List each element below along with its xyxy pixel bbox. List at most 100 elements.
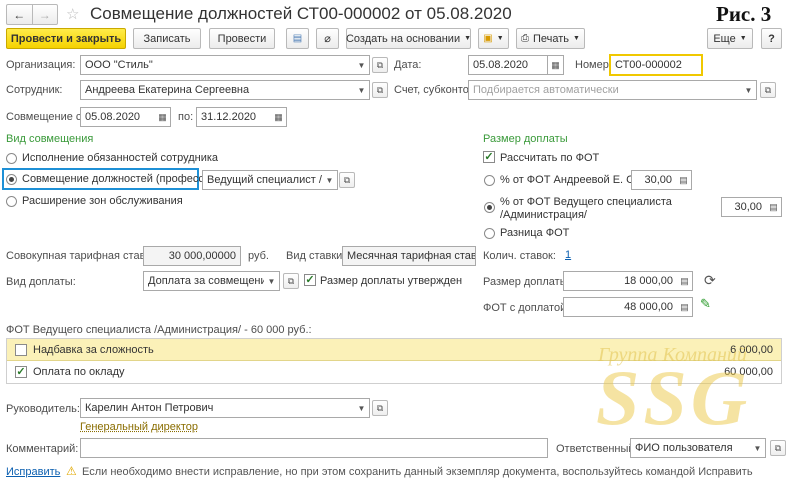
organization-dropdown[interactable]: ▼ — [354, 55, 370, 75]
journal-button[interactable]: ▤ — [286, 28, 309, 49]
save-button[interactable]: Записать — [133, 28, 201, 49]
kind-open-button[interactable]: ⧉ — [283, 273, 299, 289]
fot-with-label: ФОТ с доплатой: — [483, 302, 570, 314]
manager-open-button[interactable]: ⧉ — [372, 400, 388, 416]
radio-positions-label[interactable]: Совмещение должностей (профессий) — [22, 173, 220, 185]
chevron-down-icon: ▼ — [357, 60, 366, 70]
organization-open-button[interactable]: ⧉ — [372, 57, 388, 73]
number-field[interactable]: СТ00-000002 — [609, 54, 703, 76]
date-calendar-button[interactable]: ▦ — [548, 55, 564, 75]
percent-position-field[interactable]: 30,00 — [721, 197, 767, 217]
position-field[interactable]: Ведущий специалист /Ад — [202, 170, 324, 190]
calc-by-fot-checkbox[interactable]: ✓ — [483, 151, 495, 163]
responsible-open-button[interactable]: ⧉ — [770, 440, 786, 456]
employee-dropdown[interactable]: ▼ — [354, 80, 370, 100]
amount-field[interactable]: 18 000,00 — [563, 271, 678, 291]
calendar-icon: ▦ — [551, 59, 560, 70]
manager-field[interactable]: Карелин Антон Петрович — [80, 398, 368, 418]
period-to-calendar[interactable]: ▦ — [271, 107, 287, 127]
percent-employee-field[interactable]: 30,00 — [631, 170, 677, 190]
post-and-close-button[interactable]: Провести и закрыть — [6, 28, 126, 49]
account-open-button[interactable]: ⧉ — [760, 82, 776, 98]
radio-zones-label[interactable]: Расширение зон обслуживания — [22, 195, 183, 207]
radio-fot-difference[interactable] — [484, 228, 495, 239]
percent-employee-calc[interactable]: ▤ — [676, 170, 692, 190]
create-based-label: Создать на основании — [345, 32, 461, 45]
chevron-down-icon: ▼ — [357, 85, 366, 95]
employee-open-button[interactable]: ⧉ — [372, 82, 388, 98]
position-dropdown[interactable]: ▼ — [322, 170, 338, 190]
warning-text: Если необходимо внести исправление, но п… — [82, 466, 753, 478]
fix-link[interactable]: Исправить — [6, 466, 60, 478]
position-open-button[interactable]: ⧉ — [339, 172, 355, 188]
open-icon: ⧉ — [343, 174, 351, 185]
percent-position-calc[interactable]: ▤ — [766, 197, 782, 217]
surcharge-section-title: Размер доплаты — [483, 133, 568, 145]
chevron-down-icon: ▼ — [357, 403, 366, 413]
chevron-down-icon: ▼ — [739, 35, 747, 42]
favorite-star-icon[interactable]: ☆ — [66, 5, 79, 23]
fot-with-calc[interactable]: ▤ — [677, 297, 693, 317]
open-icon: ⧉ — [764, 84, 772, 95]
radio-duties[interactable] — [6, 153, 17, 164]
print-label: Печать — [533, 32, 570, 45]
radio-zones[interactable] — [6, 196, 17, 207]
calculator-icon: ▤ — [680, 301, 689, 312]
organization-label: Организация: — [6, 59, 76, 71]
more-button[interactable]: Еще ▼ — [707, 28, 753, 49]
radio-duties-label[interactable]: Исполнение обязанностей сотрудника — [22, 152, 218, 164]
manager-dropdown[interactable]: ▼ — [354, 398, 370, 418]
currency-label: руб. — [248, 250, 269, 262]
radio-percent-position[interactable] — [484, 202, 495, 213]
approved-checkbox[interactable]: ✓ — [304, 274, 316, 286]
open-icon: ⧉ — [376, 59, 384, 70]
responsible-dropdown[interactable]: ▼ — [750, 438, 766, 458]
tariff-total-field: 30 000,00000 — [143, 246, 241, 266]
fot-with-field[interactable]: 48 000,00 — [563, 297, 678, 317]
account-dropdown[interactable]: ▼ — [741, 80, 757, 100]
kind-label: Вид доплаты: — [6, 276, 76, 288]
comment-field[interactable] — [80, 438, 548, 458]
chevron-down-icon: ▼ — [573, 35, 580, 42]
organization-field[interactable]: ООО "Стиль" — [80, 55, 368, 75]
refresh-icon[interactable]: ⟳ — [704, 272, 716, 289]
tariff-total-label: Совокупная тарифная ставка: — [6, 250, 160, 262]
employee-field[interactable]: Андреева Екатерина Сергеевна — [80, 80, 368, 100]
forward-arrow-icon[interactable]: → — [33, 5, 58, 24]
date-field[interactable]: 05.08.2020 — [468, 55, 548, 75]
kind-dropdown[interactable]: ▼ — [264, 271, 280, 291]
create-based-button[interactable]: Создать на основании ▼ — [346, 28, 471, 49]
structure-button[interactable]: ▣ ▼ — [478, 28, 509, 49]
manager-position: Генеральный директор — [80, 421, 198, 433]
responsible-field[interactable]: ФИО пользователя — [630, 438, 765, 458]
responsible-label: Ответственный: — [556, 443, 638, 455]
percent-employee-label: % от ФОТ Андреевой Е. С. — [500, 174, 638, 186]
radio-positions[interactable] — [6, 174, 17, 185]
open-icon: ⧉ — [774, 442, 782, 453]
rates-count-label: Колич. ставок: — [483, 250, 556, 262]
warning-icon: ⚠ — [66, 464, 77, 478]
rates-count-link[interactable]: 1 — [565, 249, 571, 261]
post-button[interactable]: Провести — [209, 28, 275, 49]
percent-position-label-1: % от ФОТ Ведущего специалиста — [500, 196, 672, 208]
print-button[interactable]: ⎙ Печать ▼ — [516, 28, 585, 49]
row-checkbox[interactable]: ✓ — [15, 366, 27, 378]
pencil-icon[interactable]: ✎ — [700, 296, 711, 312]
calc-by-fot-label: Рассчитать по ФОТ — [500, 152, 600, 164]
row-checkbox[interactable] — [15, 344, 27, 356]
period-from-field[interactable]: 05.08.2020 — [80, 107, 156, 127]
row-name: Надбавка за сложность — [33, 344, 154, 356]
attach-button[interactable]: ⌀ — [316, 28, 339, 49]
radio-percent-employee[interactable] — [484, 175, 495, 186]
calendar-icon: ▦ — [274, 111, 283, 122]
back-arrow-icon[interactable]: ← — [7, 5, 33, 24]
period-to-field[interactable]: 31.12.2020 — [196, 107, 272, 127]
open-icon: ⧉ — [287, 275, 295, 286]
manager-label: Руководитель: — [6, 403, 80, 415]
kind-field[interactable]: Доплата за совмещение д — [143, 271, 265, 291]
period-from-calendar[interactable]: ▦ — [155, 107, 171, 127]
chevron-down-icon: ▼ — [325, 175, 334, 185]
help-button[interactable]: ? — [761, 28, 782, 49]
account-field[interactable]: Подбирается автоматически — [468, 80, 755, 100]
amount-calc[interactable]: ▤ — [677, 271, 693, 291]
